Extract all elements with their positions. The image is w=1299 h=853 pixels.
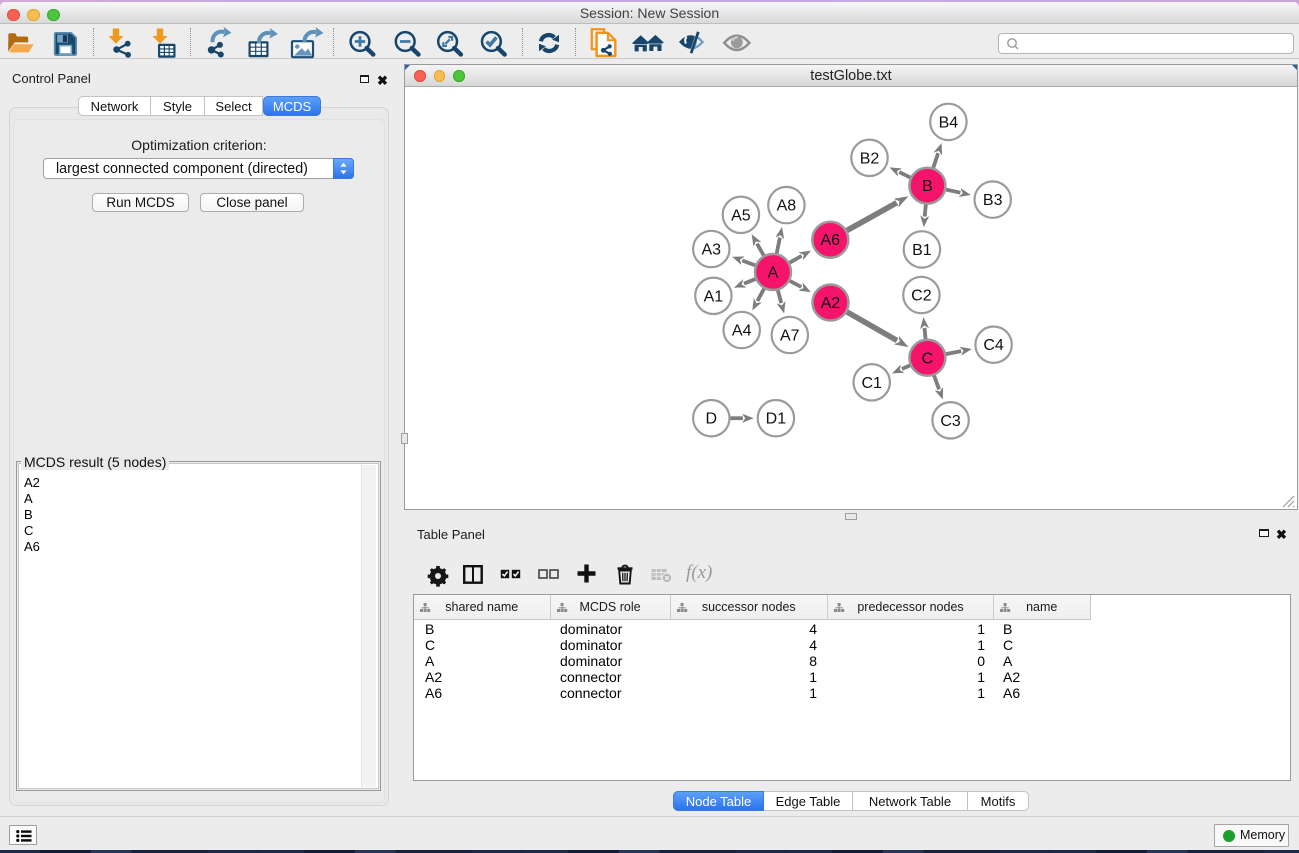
svg-text:C4: C4 [983, 337, 1004, 354]
svg-text:A5: A5 [731, 207, 751, 224]
svg-text:A6: A6 [821, 232, 841, 249]
svg-text:A8: A8 [777, 197, 797, 214]
svg-text:C2: C2 [911, 287, 932, 304]
svg-text:A7: A7 [780, 327, 800, 344]
svg-text:A4: A4 [732, 322, 752, 339]
svg-text:B4: B4 [939, 114, 959, 131]
svg-text:A1: A1 [704, 288, 724, 305]
svg-text:B3: B3 [983, 192, 1003, 209]
svg-text:B: B [922, 178, 933, 195]
svg-text:C: C [922, 350, 934, 367]
svg-text:B2: B2 [860, 150, 880, 167]
svg-text:A: A [768, 264, 779, 281]
svg-text:C3: C3 [940, 412, 961, 429]
svg-text:D1: D1 [766, 410, 787, 427]
svg-text:C1: C1 [861, 374, 882, 391]
svg-text:A2: A2 [821, 295, 841, 312]
svg-text:B1: B1 [912, 241, 932, 258]
svg-text:D: D [706, 410, 718, 427]
svg-text:A3: A3 [702, 241, 722, 258]
